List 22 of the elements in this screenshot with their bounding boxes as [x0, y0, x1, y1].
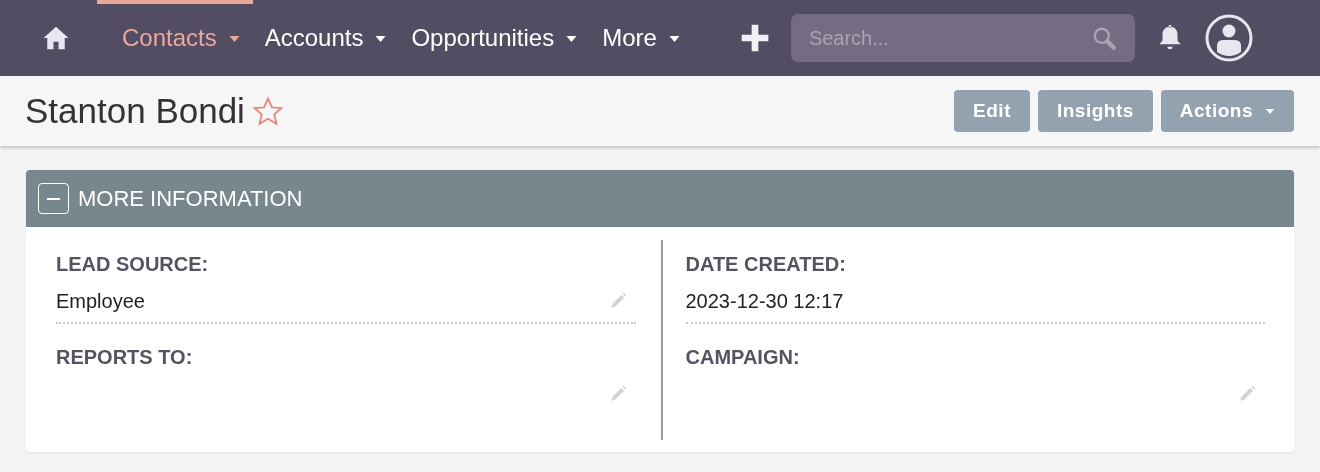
- caret-icon: [668, 36, 680, 42]
- action-button[interactable]: Edit: [954, 90, 1030, 132]
- user-avatar-icon[interactable]: [1204, 14, 1253, 62]
- field-label: REPORTS TO:: [56, 346, 194, 369]
- field-label: LEAD SOURCE:: [56, 253, 210, 276]
- field-value: 2023-12-30 12:17: [685, 289, 844, 313]
- field-label: DATE CREATED:: [685, 253, 847, 276]
- nav-tab[interactable]: More: [590, 0, 693, 76]
- field-value: Employee: [56, 289, 145, 313]
- nav-tab[interactable]: Opportunities: [399, 0, 591, 76]
- caret-icon: [566, 36, 578, 42]
- field-label: CAMPAIGN:: [685, 346, 801, 369]
- action-button[interactable]: Actions: [1160, 90, 1294, 132]
- caret-icon: [375, 36, 387, 42]
- record-title: Stanton Bondi: [25, 91, 245, 131]
- search-field[interactable]: Search...: [790, 14, 1135, 62]
- caret-icon: [228, 36, 240, 42]
- nav-tab[interactable]: Accounts: [252, 0, 400, 76]
- caret-icon: [1265, 108, 1275, 114]
- collapse-toggle[interactable]: [38, 183, 69, 214]
- panel-title: MORE INFORMATION: [78, 185, 303, 212]
- action-button[interactable]: Insights: [1037, 90, 1153, 132]
